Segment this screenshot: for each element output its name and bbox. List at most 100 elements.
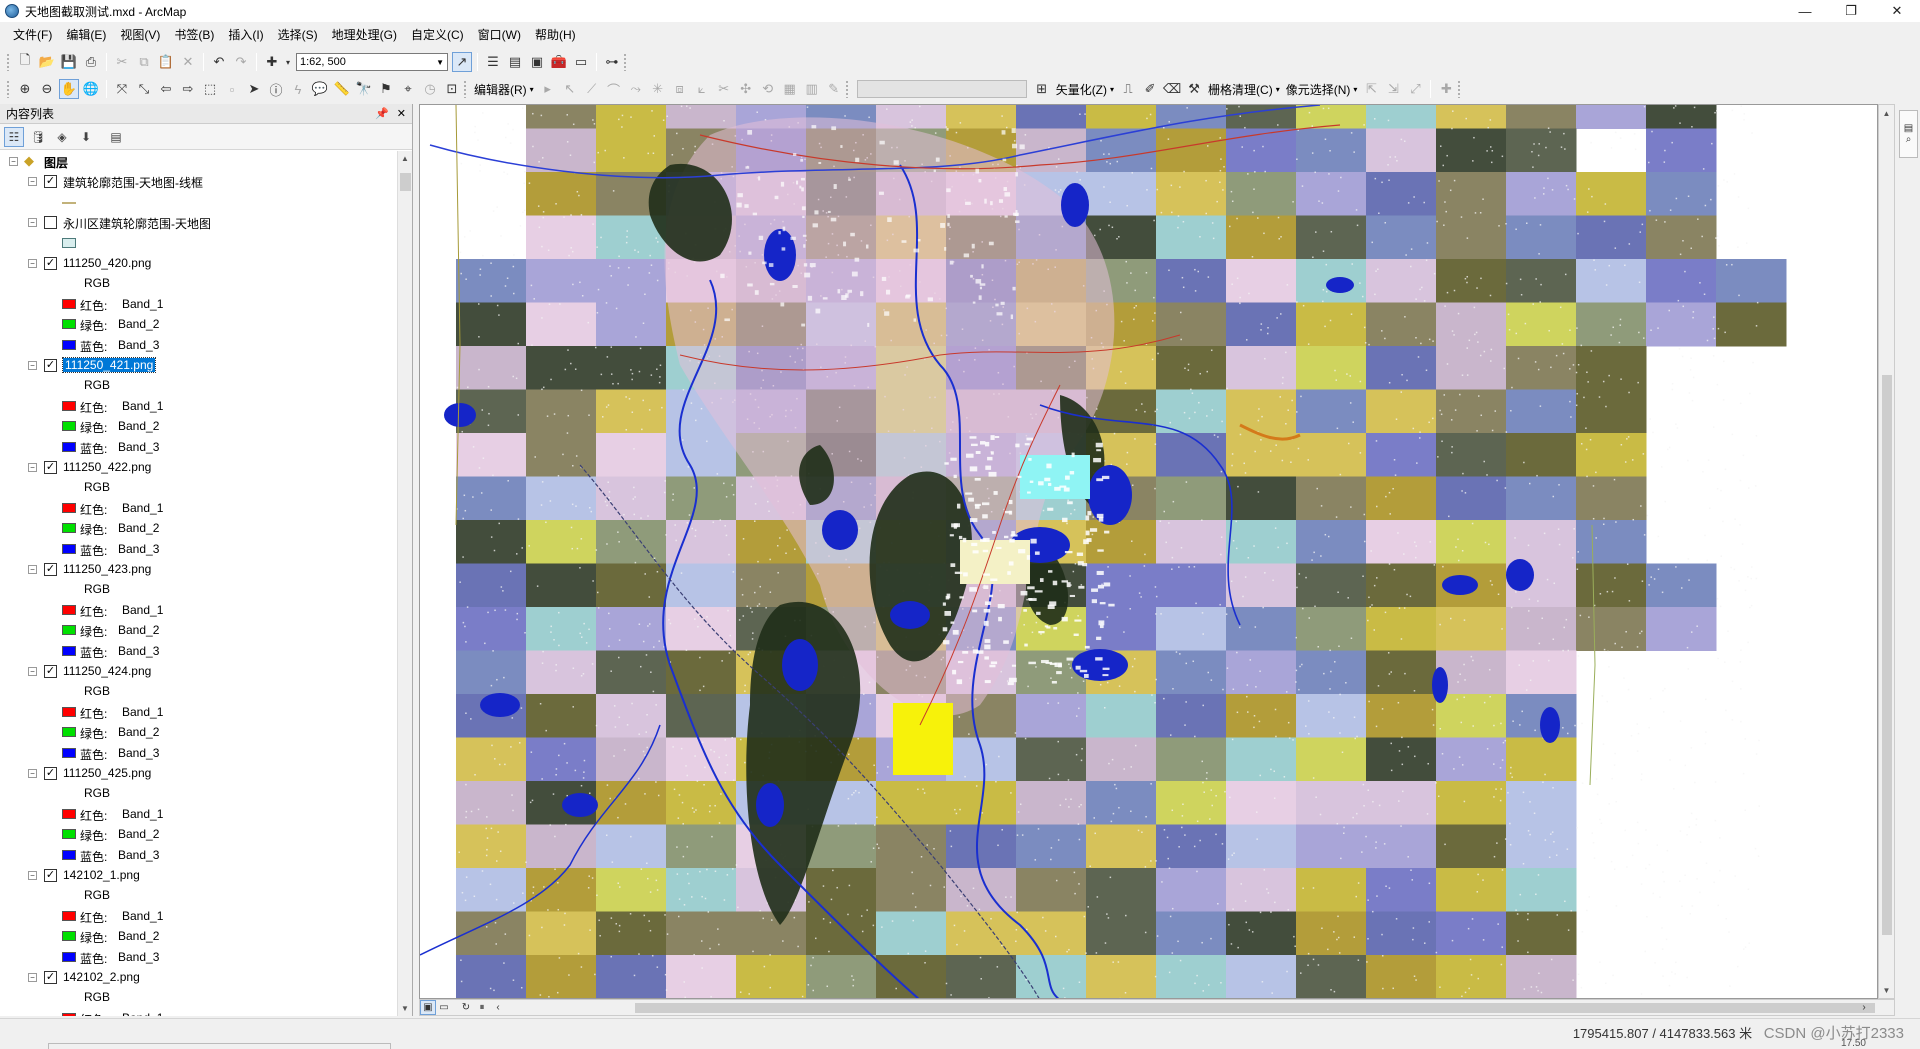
layer-visibility-checkbox[interactable]: ✓	[44, 869, 57, 882]
menu-geoprocessing[interactable]: 地理处理(G)	[325, 26, 404, 43]
raster-erase-icon[interactable]: ⌫	[1162, 79, 1182, 99]
layer-visibility-checkbox[interactable]: ✓	[44, 563, 57, 576]
map-vertical-scrollbar[interactable]: ▲ ▼	[1878, 104, 1895, 999]
split-icon[interactable]: ✣	[736, 79, 756, 99]
map-display[interactable]	[419, 104, 1878, 999]
raster-snap-icon[interactable]: ⚒	[1184, 79, 1204, 99]
trace-icon[interactable]: ⤳	[626, 79, 646, 99]
edit-tool-icon[interactable]: ▸	[538, 79, 558, 99]
find-icon[interactable]: 🔭	[354, 79, 374, 99]
open-folder-icon[interactable]: 📂	[37, 52, 57, 72]
catalog-icon[interactable]: ▤	[505, 52, 525, 72]
clear-selection-icon[interactable]: ▫	[222, 79, 242, 99]
toolbar-end-grip[interactable]	[463, 80, 467, 98]
close-icon[interactable]: ✕	[1874, 0, 1920, 22]
model-builder-icon[interactable]: ⊶	[602, 52, 622, 72]
scroll-right-icon[interactable]: ›	[1856, 1000, 1872, 1015]
menu-bookmarks[interactable]: 书签(B)	[167, 26, 221, 43]
layer-name[interactable]: 111250_425.png	[63, 766, 151, 780]
create-features-icon[interactable]: ✎	[824, 79, 844, 99]
list-by-drawing-order-icon[interactable]: ☷	[4, 127, 24, 147]
identify-icon[interactable]: ⓘ	[266, 79, 286, 99]
pause-drawing-icon[interactable]: ⏸	[474, 1000, 490, 1015]
collapse-icon[interactable]: −	[28, 218, 37, 227]
html-popup-icon[interactable]: 💬	[310, 79, 330, 99]
pin-icon[interactable]: 📌	[375, 107, 389, 120]
dropdown-arrow-icon[interactable]: ▾	[284, 52, 292, 72]
pixel-select-menu[interactable]: 像元选择(N) ▾	[1283, 81, 1361, 98]
menu-insert[interactable]: 插入(I)	[221, 26, 270, 43]
toolbar-grip[interactable]	[6, 53, 10, 71]
collapse-icon[interactable]: −	[28, 565, 37, 574]
redo-icon[interactable]: ↷	[231, 52, 251, 72]
forward-extent-icon[interactable]: ⇨	[178, 79, 198, 99]
menu-edit[interactable]: 编辑(E)	[59, 26, 113, 43]
sketch-properties-icon[interactable]: ▥	[802, 79, 822, 99]
layer-visibility-checkbox[interactable]: ✓	[44, 257, 57, 270]
select-elements-icon[interactable]: ➤	[244, 79, 264, 99]
layer-name[interactable]: 建筑轮廓范围-天地图-线框	[63, 174, 203, 191]
layer-name[interactable]: 永川区建筑轮廓范围-天地图	[63, 215, 211, 232]
toolbar-end-grip[interactable]	[623, 53, 627, 71]
scroll-up-icon[interactable]: ▲	[1879, 105, 1894, 121]
reshape-icon[interactable]: ⟀	[692, 79, 712, 99]
select-connected-cells-icon[interactable]: ⇱	[1361, 79, 1381, 99]
close-icon[interactable]: ✕	[397, 107, 406, 120]
layer-visibility-checkbox[interactable]: ✓	[44, 767, 57, 780]
layer-visibility-checkbox[interactable]: ✓	[44, 665, 57, 678]
collapse-icon[interactable]: −	[28, 871, 37, 880]
refresh-icon[interactable]: ↻	[458, 1000, 474, 1015]
layer-visibility-checkbox[interactable]: ✓	[44, 461, 57, 474]
vectorize-menu[interactable]: 矢量化(Z) ▾	[1053, 81, 1117, 98]
collapse-icon[interactable]: −	[9, 157, 18, 166]
collapse-icon[interactable]: −	[28, 177, 37, 186]
layer-name[interactable]: 111250_424.png	[63, 664, 151, 678]
add-data-icon[interactable]: ✚	[262, 52, 282, 72]
back-extent-icon[interactable]: ⇦	[156, 79, 176, 99]
edit-annotation-icon[interactable]: ↖	[560, 79, 580, 99]
minimize-icon[interactable]: —	[1782, 0, 1828, 22]
menu-windows[interactable]: 窗口(W)	[471, 26, 528, 43]
hyperlink-icon[interactable]: ϟ	[288, 79, 308, 99]
create-viewer-window-icon[interactable]: ⊡	[442, 79, 462, 99]
layer-name[interactable]: 111250_420.png	[63, 256, 151, 270]
menu-help[interactable]: 帮助(H)	[528, 26, 583, 43]
toc-options-icon[interactable]: ▤	[106, 127, 126, 147]
scroll-down-icon[interactable]: ▼	[1879, 982, 1894, 998]
layer-name[interactable]: 111250_421.png	[63, 358, 155, 372]
new-document-icon[interactable]: 🗋	[15, 52, 35, 72]
select-features-icon[interactable]: ⬚	[200, 79, 220, 99]
map-scale-combo[interactable]: 1:62, 500 ▼	[296, 53, 448, 71]
layer-name[interactable]: 142102_1.png	[63, 868, 140, 882]
endpoint-arc-icon[interactable]: ⌒	[604, 79, 624, 99]
collapse-icon[interactable]: −	[28, 667, 37, 676]
toc-vertical-scrollbar[interactable]: ▲ ▼	[397, 151, 412, 1016]
collapse-icon[interactable]: −	[28, 973, 37, 982]
layer-visibility-checkbox[interactable]: ✓	[44, 359, 57, 372]
cut-polygons-icon[interactable]: ✂	[714, 79, 734, 99]
layer-name[interactable]: 111250_423.png	[63, 562, 151, 576]
collapse-icon[interactable]: −	[28, 259, 37, 268]
scroll-left-icon[interactable]: ‹	[490, 1000, 506, 1015]
undo-icon[interactable]: ↶	[209, 52, 229, 72]
straight-segment-icon[interactable]: ⟋	[582, 79, 602, 99]
layer-name[interactable]: 142102_2.png	[63, 970, 140, 984]
map-canvas[interactable]	[420, 105, 1878, 999]
fixed-zoom-out-icon[interactable]: ⤡	[134, 79, 154, 99]
measure-icon[interactable]: 📏	[332, 79, 352, 99]
interactive-select-icon[interactable]: ⇲	[1383, 79, 1403, 99]
print-icon[interactable]: ⎙	[81, 52, 101, 72]
list-by-selection-icon[interactable]: ⬇	[76, 127, 96, 147]
full-extent-icon[interactable]: 🌐	[81, 79, 101, 99]
search-window-icon[interactable]: ▣	[527, 52, 547, 72]
layer-visibility-checkbox[interactable]	[44, 216, 57, 229]
delete-icon[interactable]: ✕	[178, 52, 198, 72]
fixed-zoom-in-icon[interactable]: ⤧	[112, 79, 132, 99]
rotate-icon[interactable]: ⟲	[758, 79, 778, 99]
catalog-dock-tab[interactable]: ▤ ⌕	[1899, 110, 1918, 158]
collapse-icon[interactable]: −	[28, 463, 37, 472]
go-to-xy-icon[interactable]: ⌖	[398, 79, 418, 99]
cut-icon[interactable]: ✂	[112, 52, 132, 72]
table-of-contents-icon[interactable]: ☰	[483, 52, 503, 72]
toolbar-grip[interactable]	[6, 80, 10, 98]
